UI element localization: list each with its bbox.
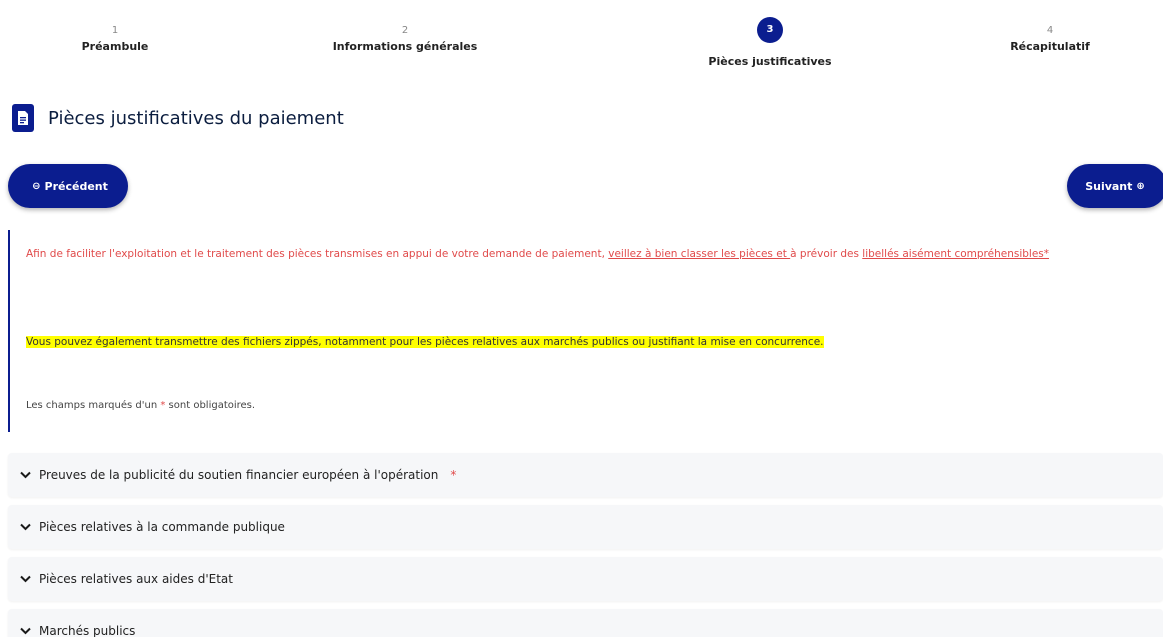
required-asterisk: * xyxy=(450,468,457,482)
step-label: Récapitulatif xyxy=(1010,40,1090,53)
notice-text: à prévoir des xyxy=(790,248,863,260)
next-button[interactable]: Suivant ⊕ xyxy=(1067,164,1163,208)
step-number: 1 xyxy=(111,25,119,36)
step-preambule[interactable]: 1 Préambule xyxy=(70,22,160,53)
circle-arrow-left-icon: ⊖ xyxy=(32,180,41,192)
chevron-down-icon xyxy=(20,520,31,534)
section-header: Pièces justificatives du paiement xyxy=(12,103,344,133)
chevron-down-icon xyxy=(20,624,31,637)
zip-notice: Vous pouvez également transmettre des fi… xyxy=(26,334,824,350)
step-number: 2 xyxy=(401,25,409,36)
highlighted-text: Vous pouvez également transmettre des fi… xyxy=(26,336,824,348)
next-button-label: Suivant xyxy=(1085,179,1133,193)
accordion-item-commande-publique[interactable]: Pièces relatives à la commande publique xyxy=(8,505,1163,549)
note-text: Les champs marqués d'un xyxy=(26,400,161,411)
circle-arrow-right-icon: ⊕ xyxy=(1136,180,1145,192)
step-number-active: 3 xyxy=(757,17,783,43)
step-number: 4 xyxy=(1046,25,1054,36)
required-fields-note: Les champs marqués d'un * sont obligatoi… xyxy=(26,400,255,411)
step-label: Informations générales xyxy=(332,40,478,53)
document-icon xyxy=(12,104,34,132)
step-label: Pièces justificatives xyxy=(708,55,832,68)
step-label: Préambule xyxy=(81,40,149,53)
accordion-title: Preuves de la publicité du soutien finan… xyxy=(39,468,439,482)
notice-underlined-text: veillez à bien classer les pièces et xyxy=(608,248,791,260)
step-pieces-justificatives[interactable]: 3 Pièces justificatives xyxy=(685,17,855,68)
accordion-item-aides-etat[interactable]: Pièces relatives aux aides d'Etat xyxy=(8,557,1163,601)
info-block: Afin de faciliter l'exploitation et le t… xyxy=(8,230,1163,432)
chevron-down-icon xyxy=(20,572,31,586)
notice-underlined-text: libellés aisément compréhensibles* xyxy=(862,248,1049,260)
note-text: sont obligatoires. xyxy=(165,400,256,411)
notice-text: Afin de faciliter l'exploitation et le t… xyxy=(26,248,609,260)
chevron-down-icon xyxy=(20,468,31,482)
previous-button[interactable]: ⊖ Précédent xyxy=(8,164,128,208)
step-informations-generales[interactable]: 2 Informations générales xyxy=(315,22,495,53)
accordion-item-publicite[interactable]: Preuves de la publicité du soutien finan… xyxy=(8,453,1163,497)
stepper: 1 Préambule 2 Informations générales 3 P… xyxy=(0,0,1163,90)
step-recapitulatif[interactable]: 4 Récapitulatif xyxy=(995,22,1105,53)
accordion-title: Pièces relatives aux aides d'Etat xyxy=(39,572,233,586)
classification-notice: Afin de faciliter l'exploitation et le t… xyxy=(26,244,1156,265)
previous-button-label: Précédent xyxy=(44,179,108,193)
page-title: Pièces justificatives du paiement xyxy=(48,107,344,129)
accordion-item-marches-publics[interactable]: Marchés publics xyxy=(8,609,1163,637)
accordion-title: Marchés publics xyxy=(39,624,136,637)
accordion-title: Pièces relatives à la commande publique xyxy=(39,520,285,534)
